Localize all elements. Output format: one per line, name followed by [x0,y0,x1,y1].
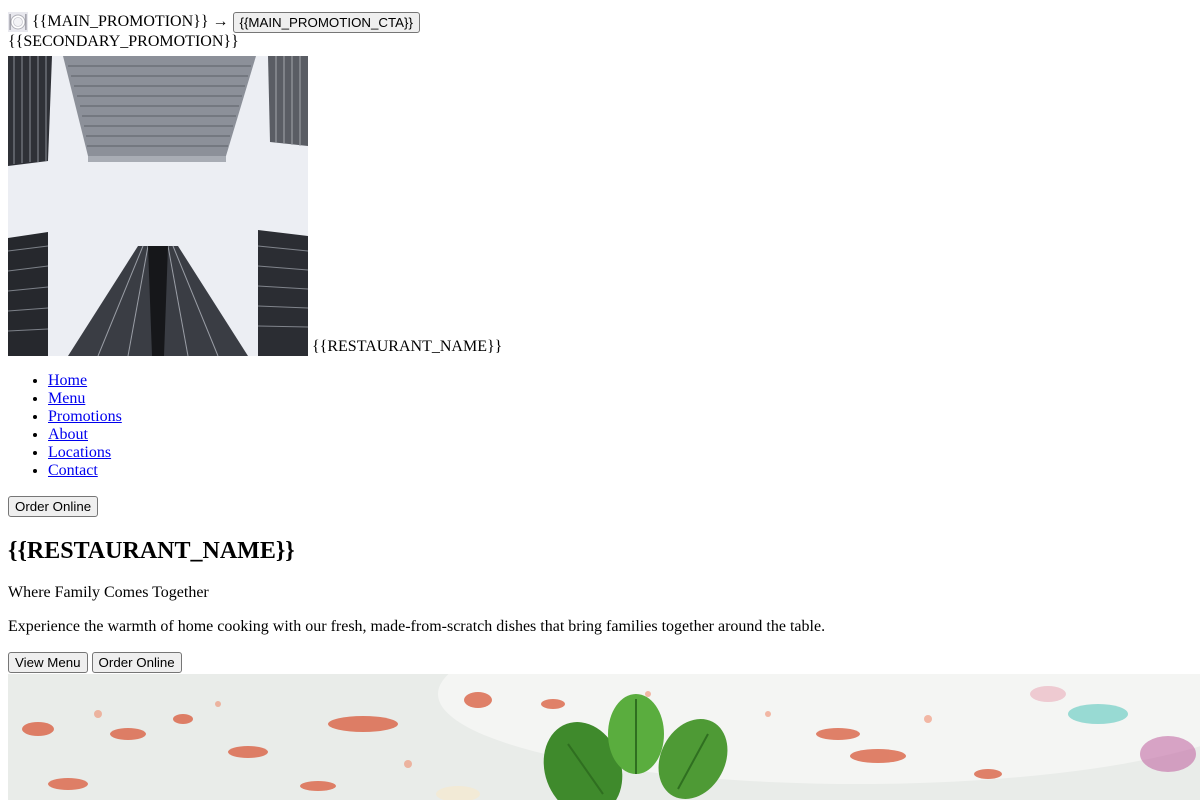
restaurant-name: {{RESTAURANT_NAME}} [312,338,503,355]
hero-title: {{RESTAURANT_NAME}} [8,538,295,564]
hero-description: Experience the warmth of home cooking wi… [8,618,826,635]
nav-link-promotions[interactable]: Promotions [48,408,122,425]
building-photo-logo[interactable] [8,56,308,356]
brand-header: {{RESTAURANT_NAME}} [8,52,1192,356]
nav-item-home: Home [48,372,1192,390]
nav-link-contact[interactable]: Contact [48,462,98,479]
arrow-right-icon: → [212,13,229,30]
nav-link-locations[interactable]: Locations [48,444,111,461]
hero-order-online-button[interactable]: Order Online [91,652,182,673]
main-promotion-cta-button[interactable]: {{MAIN_PROMOTION_CTA}} [232,11,420,33]
hero-tagline: Where Family Comes Together [8,584,209,601]
hero-cta-row: View Menu Order Online [8,652,1192,673]
nav-item-about: About [48,426,1192,444]
nav-item-menu: Menu [48,390,1192,408]
main-promotion-text: {{MAIN_PROMOTION}} [32,13,209,30]
plate-cutlery-icon [8,12,28,32]
secondary-promotion-text: {{SECONDARY_PROMOTION}} [8,33,239,50]
header-order-online-button[interactable]: Order Online [8,496,99,517]
promotion-bar: {{MAIN_PROMOTION}} → {{MAIN_PROMOTION_CT… [8,11,1192,33]
nav-link-menu[interactable]: Menu [48,390,85,407]
main-navigation: Home Menu Promotions About Locations Con… [8,372,1192,480]
pasta-dish-photo [8,674,1200,800]
nav-link-home[interactable]: Home [48,372,87,389]
page: {{MAIN_PROMOTION}} → {{MAIN_PROMOTION_CT… [0,0,1200,673]
nav-item-promotions: Promotions [48,408,1192,426]
view-menu-button[interactable]: View Menu [8,652,88,673]
nav-item-contact: Contact [48,462,1192,480]
nav-item-locations: Locations [48,444,1192,462]
nav-link-about[interactable]: About [48,426,88,443]
